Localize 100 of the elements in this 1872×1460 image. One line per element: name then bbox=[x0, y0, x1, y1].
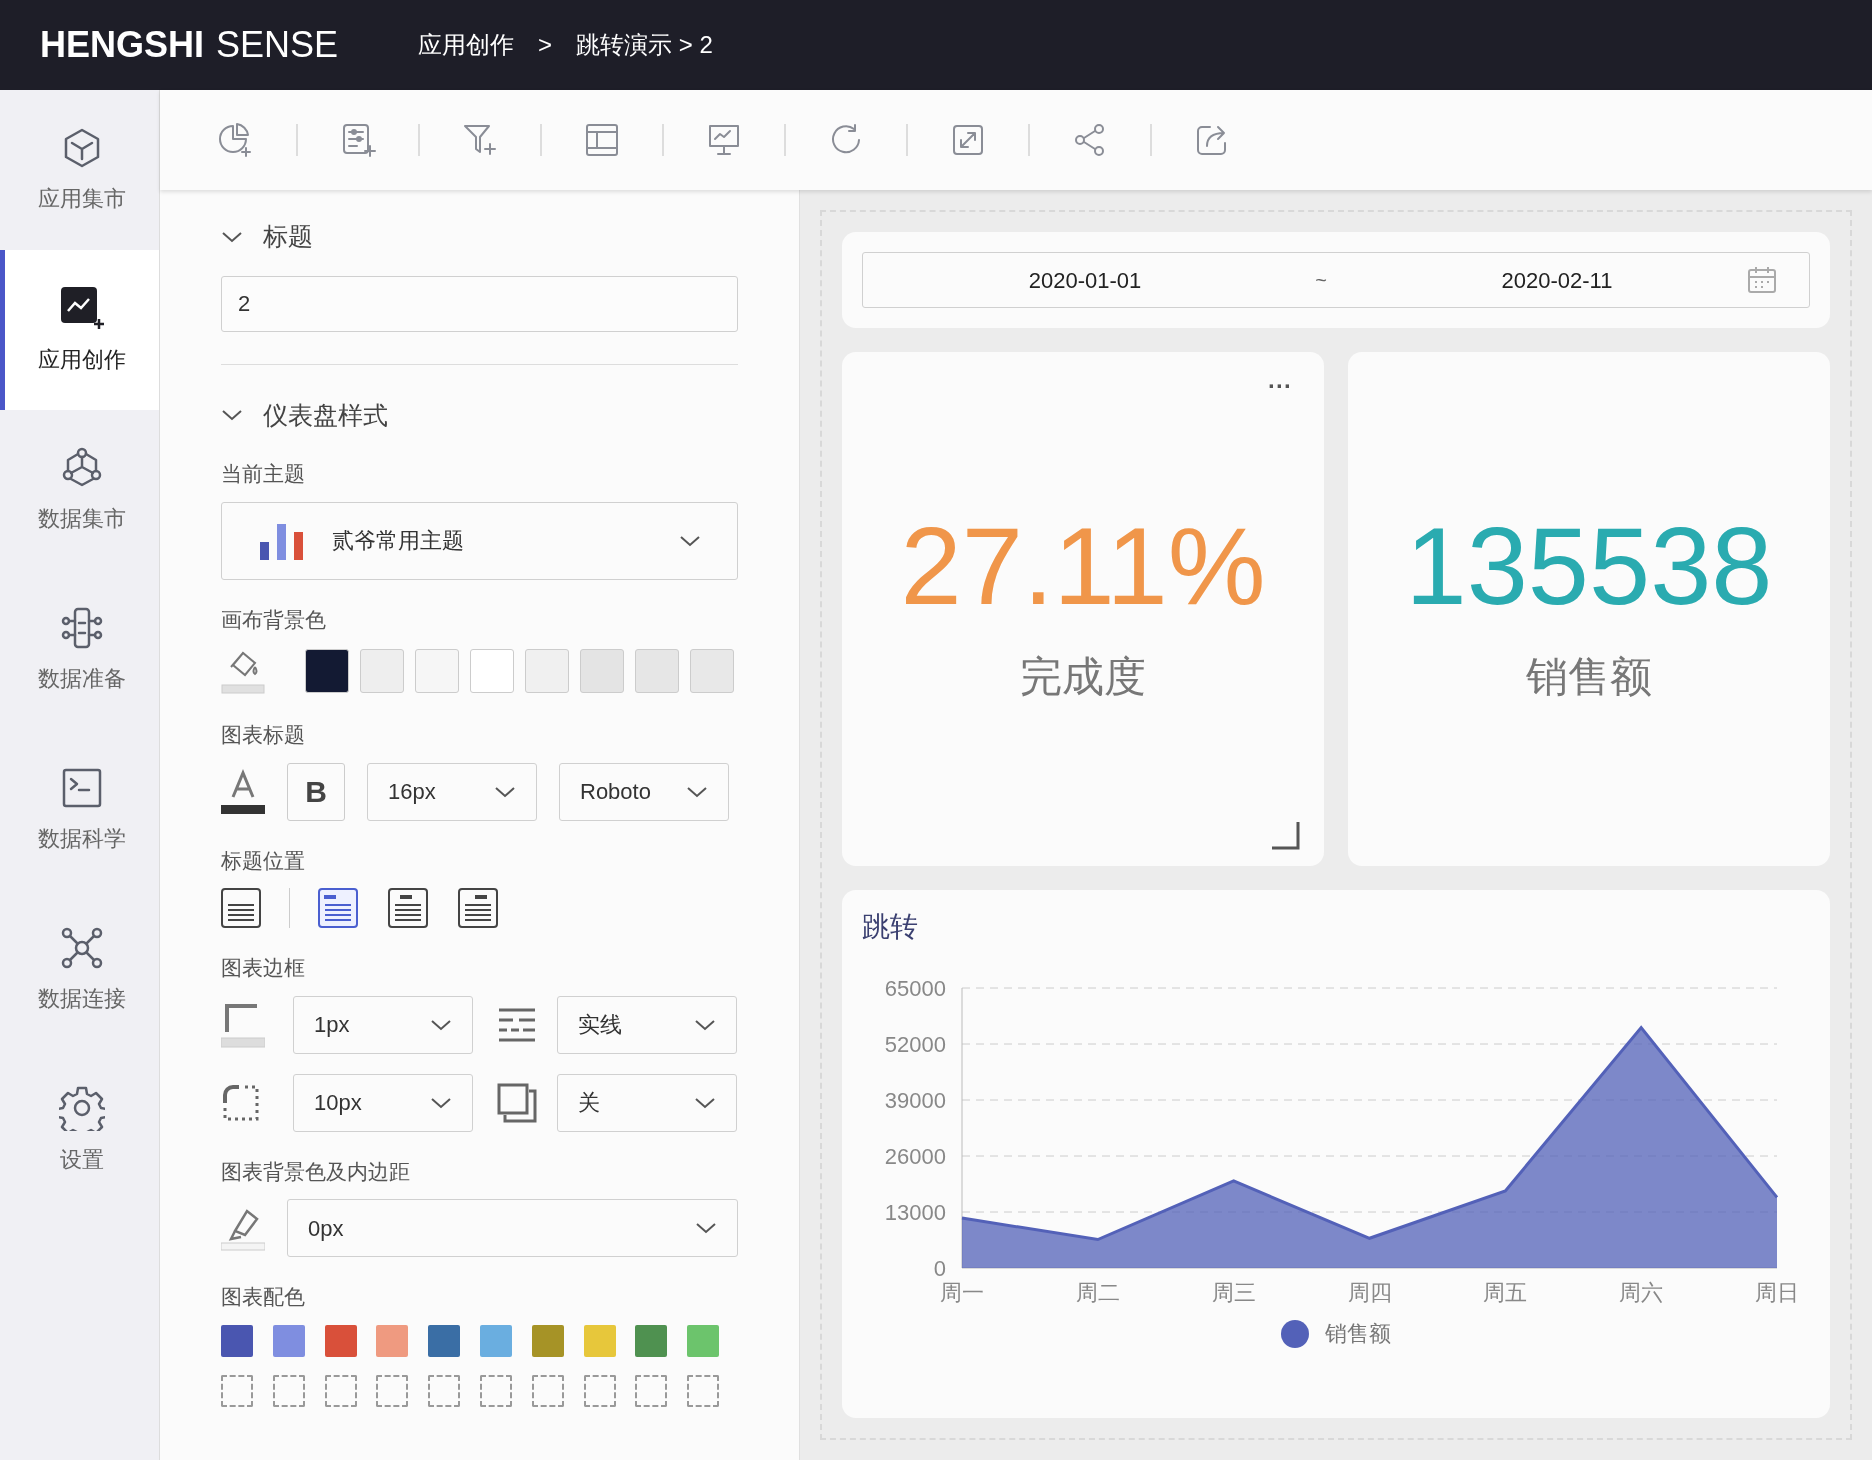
title-position-option[interactable] bbox=[221, 888, 261, 928]
y-axis-label: 0 bbox=[933, 1256, 946, 1281]
x-axis-label: 周一 bbox=[940, 1280, 984, 1305]
color-swatch[interactable] bbox=[415, 649, 459, 693]
breadcrumb-link[interactable]: 跳转演示 > 2 bbox=[576, 27, 713, 63]
layout-icon[interactable] bbox=[584, 122, 620, 158]
text-color-icon bbox=[221, 768, 265, 815]
palette-swatch[interactable] bbox=[324, 1324, 357, 1357]
chevron-down-icon bbox=[430, 1017, 452, 1032]
chart-title: 跳转 bbox=[862, 910, 919, 944]
title-position-option[interactable] bbox=[388, 888, 428, 928]
y-axis-label: 13000 bbox=[884, 1200, 946, 1225]
empty-palette-slot[interactable] bbox=[480, 1374, 512, 1407]
field-label: 标题位置 bbox=[221, 847, 306, 874]
theme-select[interactable]: 贰爷常用主题 bbox=[221, 501, 738, 580]
chevron-down-icon bbox=[695, 1221, 717, 1235]
filter-add-icon[interactable] bbox=[462, 122, 498, 158]
font-family-select[interactable]: Roboto bbox=[559, 762, 729, 821]
kpi-value: 27.11% bbox=[900, 510, 1266, 621]
title-input[interactable]: 2 bbox=[221, 275, 738, 332]
chevron-down-icon[interactable] bbox=[221, 408, 243, 423]
y-axis-label: 65000 bbox=[884, 976, 946, 1001]
corner-radius-icon bbox=[221, 1082, 261, 1123]
expand-icon[interactable] bbox=[950, 122, 986, 158]
empty-palette-slot[interactable] bbox=[221, 1374, 253, 1407]
border-radius-select[interactable]: 10px bbox=[293, 1073, 473, 1132]
legend-label[interactable]: 销售额 bbox=[1325, 1317, 1391, 1350]
color-swatch[interactable] bbox=[360, 649, 404, 693]
empty-palette-slot[interactable] bbox=[428, 1374, 461, 1407]
palette-swatch[interactable] bbox=[221, 1324, 253, 1357]
more-menu[interactable]: ··· bbox=[1268, 368, 1292, 404]
x-axis-label: 周二 bbox=[1075, 1280, 1120, 1305]
color-swatch[interactable] bbox=[305, 649, 349, 693]
border-style-select[interactable]: 实线 bbox=[557, 995, 737, 1054]
palette-swatch[interactable] bbox=[272, 1324, 305, 1357]
color-swatch[interactable] bbox=[525, 649, 569, 693]
field-label: 图表背景色及内边距 bbox=[221, 1158, 411, 1185]
breadcrumb-link[interactable]: 应用创作 bbox=[418, 27, 515, 63]
title-position-option[interactable] bbox=[458, 888, 498, 928]
color-swatch[interactable] bbox=[470, 649, 514, 693]
palette-swatch[interactable] bbox=[428, 1324, 461, 1357]
pie-chart-add-icon[interactable] bbox=[218, 122, 254, 158]
palette-swatch[interactable] bbox=[687, 1324, 720, 1357]
x-axis-label: 周三 bbox=[1211, 1280, 1256, 1305]
x-axis-label: 周六 bbox=[1619, 1280, 1664, 1305]
field-label: 图表配色 bbox=[221, 1284, 306, 1310]
padding-select[interactable]: 0px bbox=[287, 1199, 738, 1257]
x-axis-label: 周四 bbox=[1347, 1280, 1392, 1305]
sidebar-item[interactable]: 应用创作 bbox=[0, 250, 159, 410]
palette-swatch[interactable] bbox=[531, 1324, 564, 1357]
title-position-option[interactable] bbox=[318, 888, 358, 928]
date-range-field[interactable]: 2020-01-01 ~ 2020-02-11 bbox=[862, 252, 1810, 308]
color-swatch[interactable] bbox=[690, 649, 734, 693]
x-axis-label: 周五 bbox=[1483, 1280, 1528, 1305]
empty-palette-slot[interactable] bbox=[687, 1374, 720, 1407]
chevron-down-icon[interactable] bbox=[221, 229, 243, 244]
x-axis-label: 周日 bbox=[1755, 1280, 1799, 1305]
palette-swatch[interactable] bbox=[635, 1324, 668, 1357]
kpi-label: 完成度 bbox=[1020, 651, 1146, 702]
filter-list-add-icon[interactable] bbox=[340, 122, 376, 158]
palette-swatch[interactable] bbox=[480, 1324, 512, 1357]
connection-nodes-icon bbox=[60, 925, 104, 970]
field-label: 当前主题 bbox=[221, 461, 306, 487]
empty-palette-slot[interactable] bbox=[272, 1374, 305, 1407]
sidebar-item[interactable]: 数据准备 bbox=[0, 570, 159, 730]
chevron-down-icon bbox=[430, 1095, 452, 1110]
palette-swatch[interactable] bbox=[583, 1324, 616, 1357]
chevron-down-icon bbox=[679, 533, 701, 548]
border-width-select[interactable]: 1px bbox=[293, 995, 473, 1054]
empty-palette-slot[interactable] bbox=[583, 1374, 616, 1407]
bold-button[interactable]: B bbox=[287, 762, 345, 821]
font-size-select[interactable]: 16px bbox=[367, 762, 537, 821]
logo-text: SENSE bbox=[216, 23, 339, 67]
field-label: 图表标题 bbox=[221, 722, 306, 748]
shadow-icon bbox=[497, 1082, 537, 1123]
sidebar-item[interactable]: 数据集市 bbox=[0, 410, 159, 570]
field-label: 图表边框 bbox=[221, 955, 306, 981]
presentation-icon[interactable] bbox=[706, 122, 742, 158]
empty-palette-slot[interactable] bbox=[324, 1374, 357, 1407]
field-label: 画布背景色 bbox=[221, 606, 327, 633]
breadcrumb-separator: > bbox=[538, 30, 553, 60]
sidebar-item[interactable]: 应用集市 bbox=[0, 90, 159, 250]
empty-palette-slot[interactable] bbox=[635, 1374, 668, 1407]
chevron-down-icon bbox=[694, 1017, 716, 1032]
empty-palette-slot[interactable] bbox=[376, 1374, 409, 1407]
chevron-down-icon bbox=[686, 784, 708, 799]
color-swatch[interactable] bbox=[580, 649, 624, 693]
sidebar-item[interactable]: 数据连接 bbox=[0, 890, 159, 1050]
calendar-icon bbox=[1747, 266, 1777, 294]
settings-icon bbox=[59, 1084, 105, 1131]
palette-swatch[interactable] bbox=[376, 1324, 409, 1357]
shadow-select[interactable]: 关 bbox=[557, 1073, 737, 1132]
color-swatch[interactable] bbox=[635, 649, 679, 693]
border-width-icon bbox=[221, 1001, 265, 1048]
sidebar-item[interactable]: 设置 bbox=[0, 1050, 159, 1210]
chevron-down-icon bbox=[694, 1095, 716, 1110]
empty-palette-slot[interactable] bbox=[531, 1374, 564, 1407]
sidebar-item[interactable]: 数据科学 bbox=[0, 730, 159, 890]
kpi-label: 销售额 bbox=[1526, 651, 1652, 702]
section-heading: 标题 bbox=[263, 221, 313, 252]
